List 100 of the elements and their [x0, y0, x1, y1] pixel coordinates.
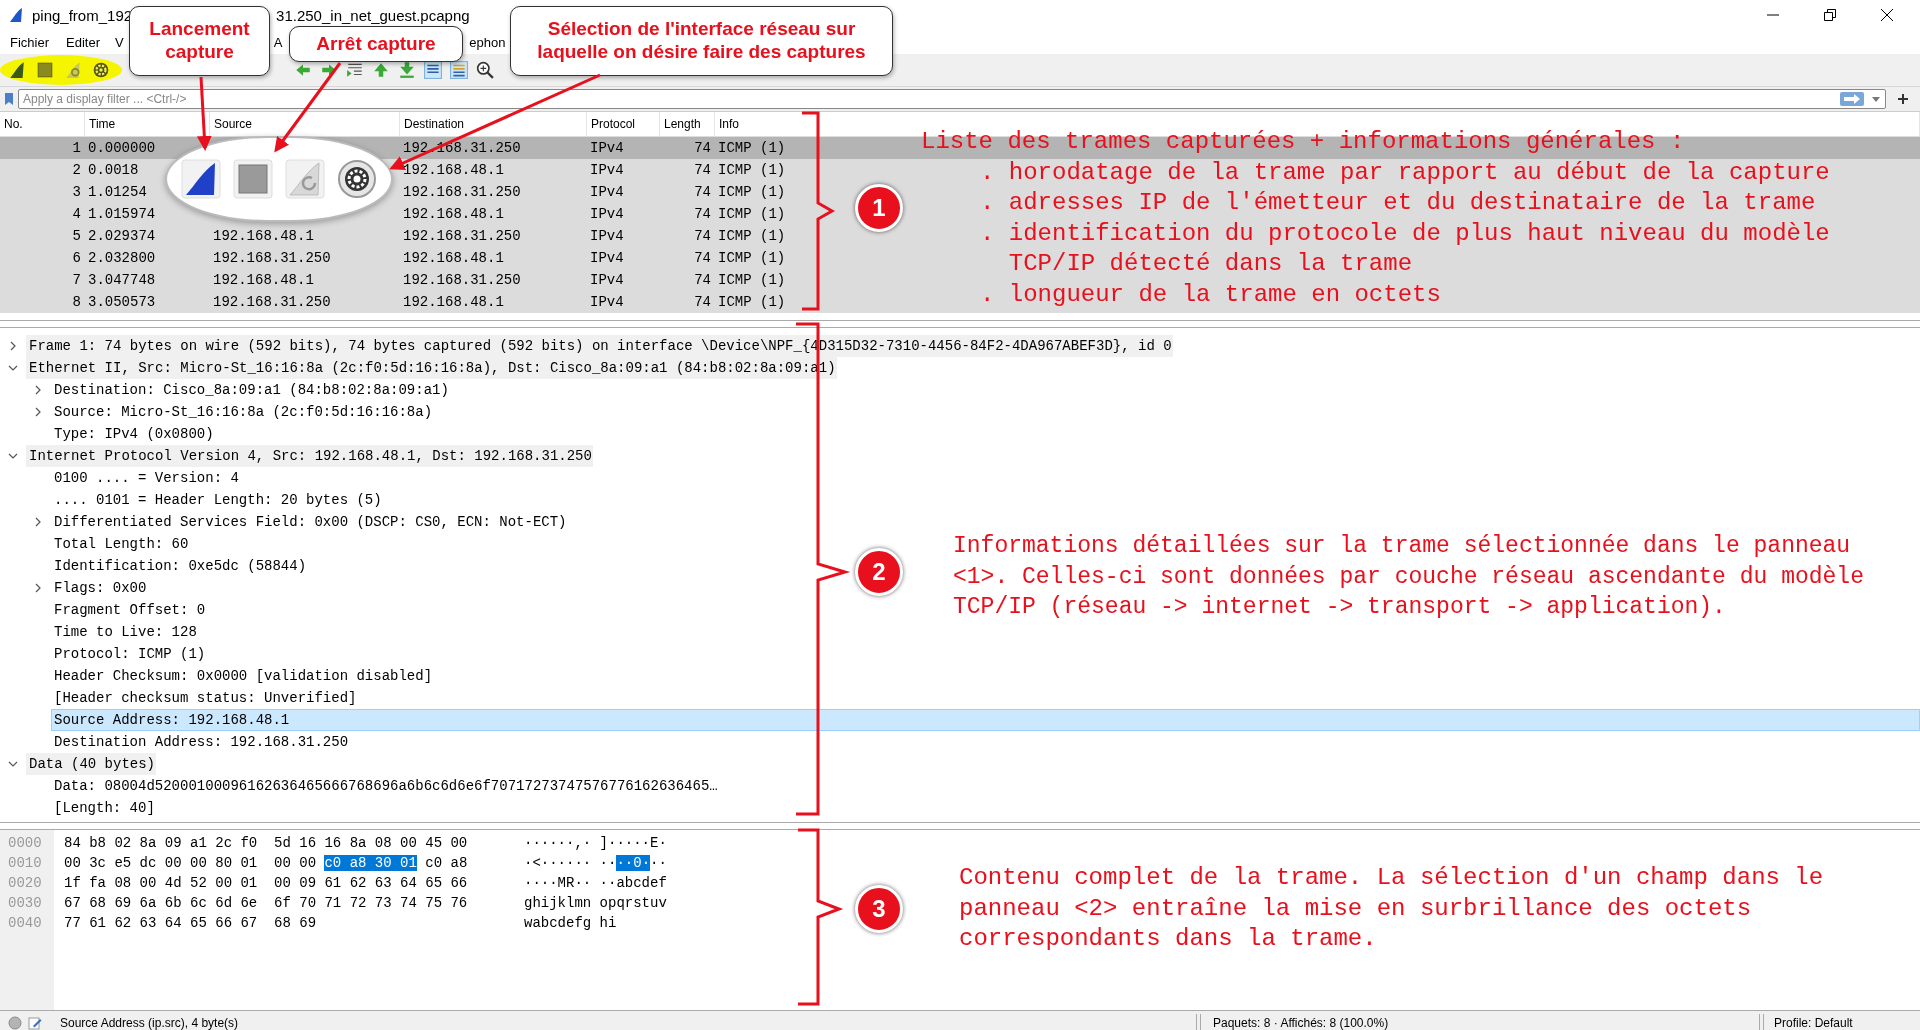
- zoom-in-icon[interactable]: [476, 61, 494, 79]
- tree-item[interactable]: Source Address: 192.168.48.1: [51, 709, 1920, 731]
- lines-icon[interactable]: [450, 61, 468, 79]
- table-cell[interactable]: ICMP (1): [718, 272, 786, 288]
- tree-item[interactable]: 0100 .... = Version: 4: [51, 467, 240, 489]
- tree-item[interactable]: Destination Address: 192.168.31.250: [51, 731, 350, 753]
- restart-icon: [285, 159, 325, 199]
- add-icon[interactable]: [1898, 94, 1908, 104]
- hex-bytes: 84 b8 02 8a 09 a1 2c f0 5d 16 16 8a 08 00 45 00: [64, 835, 468, 851]
- gear-icon: [337, 159, 377, 199]
- down-arrow-icon[interactable]: [398, 61, 416, 79]
- table-cell[interactable]: ICMP (1): [718, 162, 786, 178]
- menu-item[interactable]: V: [113, 34, 126, 50]
- table-cell[interactable]: ICMP (1): [718, 140, 786, 156]
- chevron-right-icon[interactable]: [8, 341, 18, 351]
- annotation-text: . longueur de la trame en octets: [980, 279, 1442, 310]
- column-header[interactable]: Length: [660, 112, 715, 136]
- hex-bytes: 67 68 69 6a 6b 6c 6d 6e 6f 70 71 72 73 74 75 76: [64, 895, 468, 911]
- table-cell[interactable]: ICMP (1): [718, 206, 786, 222]
- tree-item[interactable]: Source: Micro-St_16:16:8a (2c:f0:5d:16:16:8a): [51, 401, 434, 423]
- hex-bytes: c0 a8: [424, 855, 468, 871]
- window-title: 31.250_in_net_guest.pcapng: [276, 6, 470, 24]
- tree-item[interactable]: Header Checksum: 0x0000 [validation disabled]: [51, 665, 434, 687]
- fin-icon: [181, 159, 221, 199]
- table-cell[interactable]: ICMP (1): [718, 250, 786, 266]
- dropdown-icon[interactable]: [1872, 97, 1880, 102]
- chevron-down-icon[interactable]: [8, 759, 18, 769]
- tree-item[interactable]: Time to Live: 128: [51, 621, 198, 643]
- status-dot-icon[interactable]: [8, 1016, 22, 1030]
- tree-item[interactable]: [Length: 40]: [51, 797, 156, 819]
- table-cell[interactable]: ICMP (1): [718, 184, 786, 200]
- callout-label: Sélection de l'interface réseau sur laquelle on désire faire des captures: [510, 6, 893, 76]
- restore-icon[interactable]: [1824, 9, 1836, 21]
- offset-label: 0030: [7, 894, 43, 913]
- column-header[interactable]: Protocol: [587, 112, 660, 136]
- ascii-text: wabcdefg hi: [524, 915, 617, 931]
- tree-item[interactable]: Fragment Offset: 0: [51, 599, 207, 621]
- tree-item[interactable]: Differentiated Services Field: 0x00 (DSCP: CS0, ECN: Not-ECT): [51, 511, 568, 533]
- tree-item[interactable]: Data (40 bytes): [26, 753, 157, 775]
- table-cell[interactable]: ICMP (1): [718, 294, 786, 310]
- column-header[interactable]: No.: [0, 112, 85, 136]
- fin-icon[interactable]: [8, 61, 26, 79]
- offset-label: 0000: [7, 834, 43, 853]
- annotation-text: Informations détaillées sur la trame sélectionnée dans le panneau <1>. Celles-ci sont données par couche réseau ascendante du modèle TCP/IP (réseau -> internet -> transport -> application).: [953, 532, 1865, 622]
- menu-item[interactable]: Fichier: [8, 34, 51, 50]
- bookmark-icon[interactable]: [4, 92, 14, 106]
- fin-icon: [8, 7, 24, 23]
- gear-icon[interactable]: [92, 61, 110, 79]
- annotation-text: . identification du protocole de plus haut niveau du modèle TCP/IP détecté dans la trame: [980, 218, 1831, 279]
- hex-bytes: 1f fa 08 00 4d 52 00 01 00 09 61 62 63 64 65 66: [64, 875, 468, 891]
- tree-item[interactable]: Flags: 0x00: [51, 577, 148, 599]
- menu-item[interactable]: A: [271, 34, 285, 50]
- tree-item[interactable]: [Header checksum status: Unverified]: [51, 687, 358, 709]
- offset-label: 0010: [7, 854, 43, 873]
- annotation-text: . adresses IP de l'émetteur et du destinataire de la trame: [980, 188, 1817, 218]
- menu-item[interactable]: Editer: [64, 34, 102, 50]
- chevron-right-icon[interactable]: [33, 583, 43, 593]
- tree-item[interactable]: Protocol: ICMP (1): [51, 643, 207, 665]
- jump-icon[interactable]: [346, 61, 364, 79]
- ascii-text: ghijklmn opqrstuv: [524, 895, 667, 911]
- callout-label: Lancement capture: [129, 6, 270, 76]
- up-arrow-icon[interactable]: [372, 61, 390, 79]
- filter-field[interactable]: Apply a display filter ... <Ctrl-/>: [18, 89, 1886, 109]
- offset-label: 0020: [7, 874, 43, 893]
- restart-icon[interactable]: [64, 61, 82, 79]
- tree-item[interactable]: Destination: Cisco_8a:09:a1 (84:b8:02:8a:09:a1): [51, 379, 450, 401]
- hex-bytes: 00 3c e5 dc 00 00 80 01 00 00: [64, 855, 318, 871]
- tree-item[interactable]: Internet Protocol Version 4, Src: 192.168.48.1, Dst: 192.168.31.250: [26, 445, 593, 467]
- stop-icon: [233, 159, 273, 199]
- ascii-text: ····MR·· ··abcdef: [524, 875, 667, 891]
- tree-item[interactable]: Data: 08004d52000100096162636465666768696a6b6c6d6e6f70717273747576776162636465…: [51, 775, 719, 797]
- ascii-text: ··: [650, 855, 667, 871]
- close-icon[interactable]: [1881, 9, 1893, 21]
- tree-item[interactable]: Total Length: 60: [51, 533, 190, 555]
- edit-icon[interactable]: [28, 1016, 42, 1030]
- tree-item[interactable]: .... 0101 = Header Length: 20 bytes (5): [51, 489, 383, 511]
- profile-label[interactable]: Profile: Default: [1770, 1016, 1853, 1030]
- callout-label: Arrêt capture: [289, 26, 463, 62]
- tree-item[interactable]: Type: IPv4 (0x0800): [51, 423, 215, 445]
- chevron-right-icon[interactable]: [33, 385, 43, 395]
- stop-icon[interactable]: [36, 61, 54, 79]
- chevron-right-icon[interactable]: [33, 517, 43, 527]
- column-header[interactable]: Time: [85, 112, 210, 136]
- ascii-text: ······,· ]·····E·: [524, 835, 667, 851]
- tree-item[interactable]: Identification: 0xe5dc (58844): [51, 555, 308, 577]
- highlighted-bytes: c0 a8 30 01: [324, 855, 417, 871]
- annotation-text: Contenu complet de la trame. La sélection d'un champ dans le panneau <2> entraîne la mise en surbrillance des octets correspondants dans la trame.: [959, 863, 1825, 954]
- highlighted-ascii: ··0·: [616, 855, 651, 871]
- hex-bytes: 77 61 62 63 64 65 66 67 68 69: [64, 915, 317, 931]
- status-text: Source Address (ip.src), 4 byte(s): [60, 1016, 240, 1030]
- number-badge: 3: [855, 885, 903, 933]
- column-header[interactable]: Destination: [400, 112, 587, 136]
- menu-item[interactable]: ephon: [467, 34, 508, 50]
- annotation-text: . horodatage de la trame par rapport au début de la capture: [980, 157, 1831, 188]
- chevron-right-icon[interactable]: [33, 407, 43, 417]
- chevron-down-icon[interactable]: [8, 451, 18, 461]
- chevron-down-icon[interactable]: [8, 363, 18, 373]
- table-cell[interactable]: ICMP (1): [718, 228, 786, 244]
- ascii-text: ·<······ ··: [524, 855, 617, 871]
- number-badge: 2: [855, 548, 903, 596]
